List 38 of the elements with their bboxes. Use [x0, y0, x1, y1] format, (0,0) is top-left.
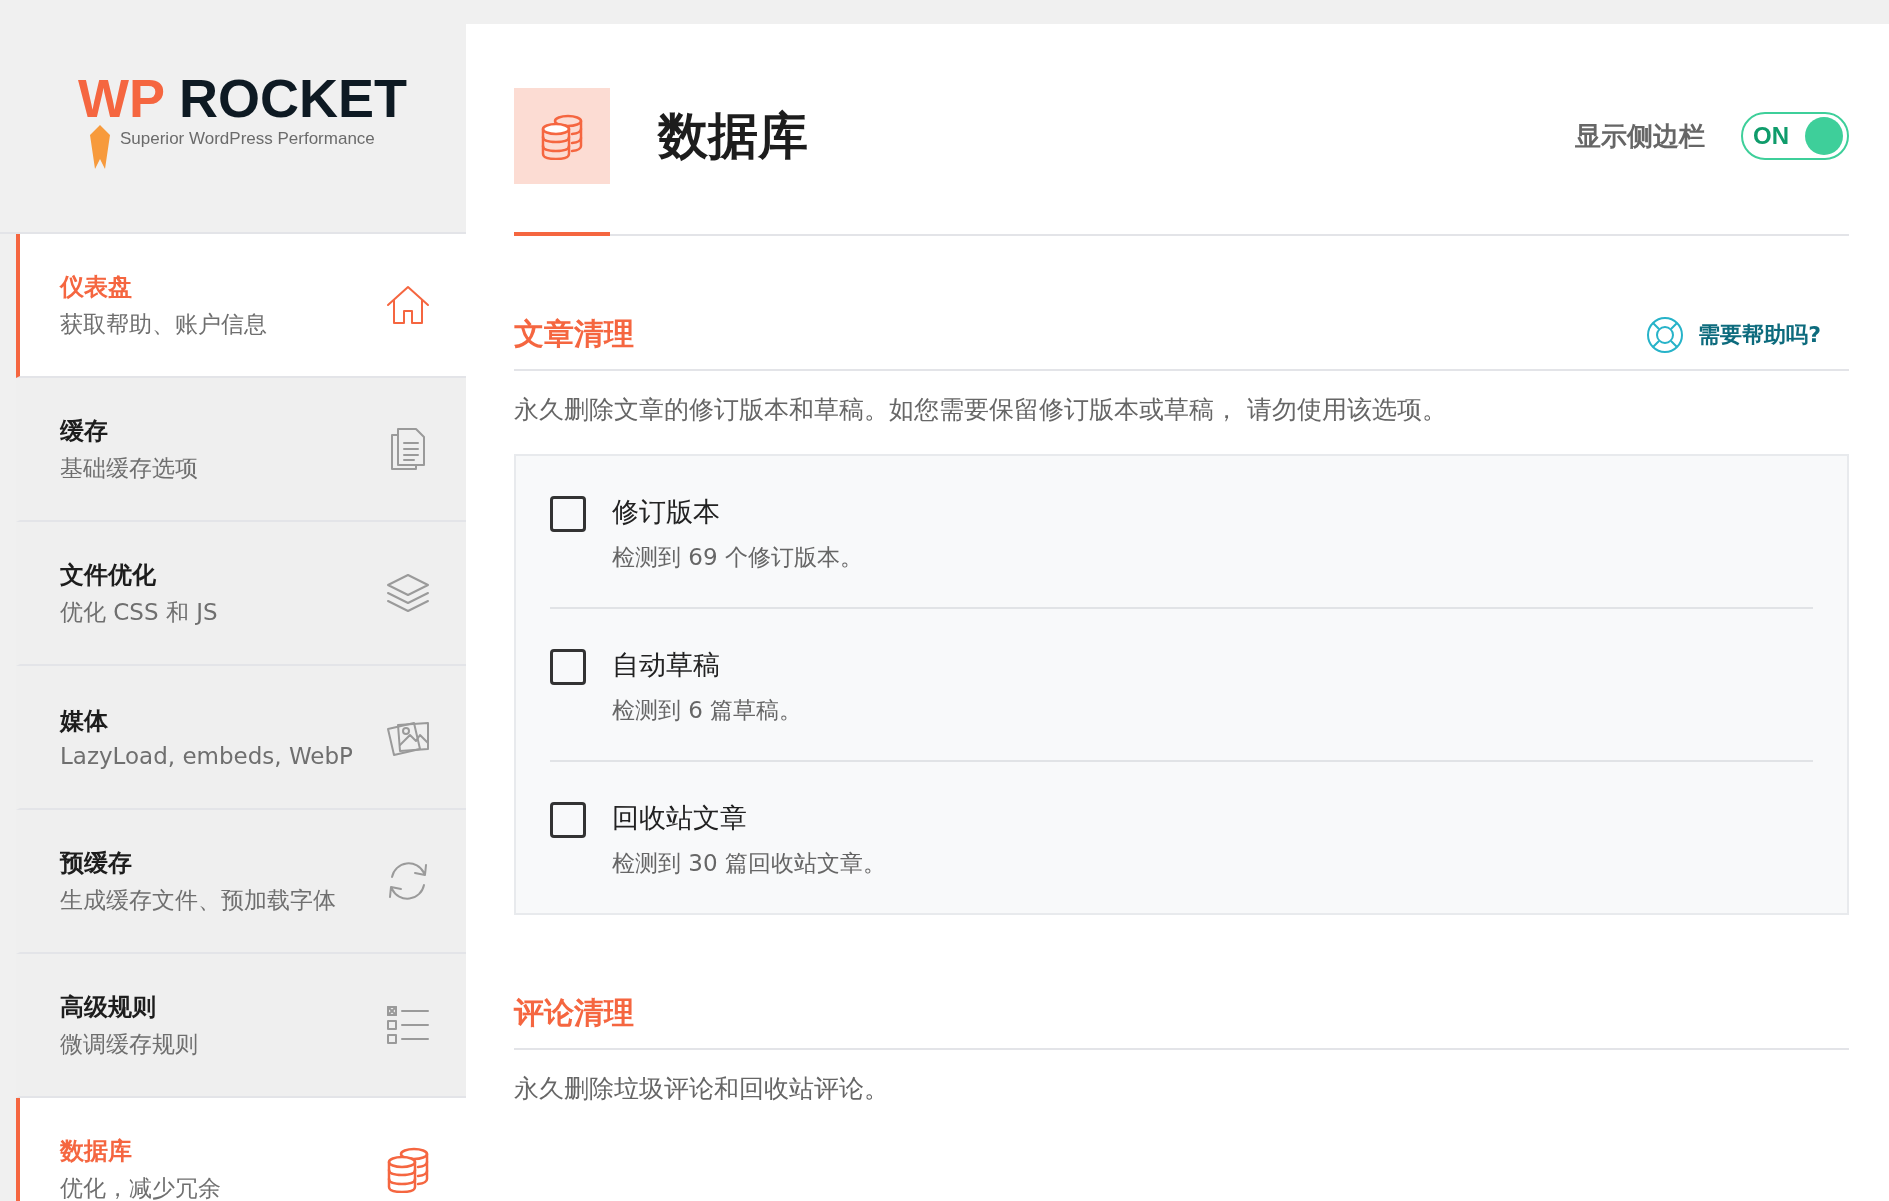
sidebar-item[interactable]: 仪表盘 获取帮助、账户信息	[16, 234, 466, 378]
section-description: 永久删除文章的修订版本和草稿。如您需要保留修订版本或草稿， 请勿使用该选项。	[514, 394, 1448, 426]
checkbox[interactable]	[550, 802, 586, 838]
logo-tagline: Superior WordPress Performance	[120, 129, 375, 149]
sidebar-item-title: 媒体	[60, 706, 109, 737]
section-title: 文章清理	[514, 315, 634, 353]
logo-text: ROCKET	[179, 71, 407, 125]
sidebar-item-title: 缓存	[60, 415, 109, 447]
option-detail: 检测到 69 个修订版本。	[612, 543, 863, 572]
sidebar-toggle[interactable]: ON	[1741, 112, 1849, 160]
lifebuoy-icon	[1646, 315, 1685, 354]
option-label: 回收站文章	[612, 801, 748, 835]
checkbox[interactable]	[550, 496, 586, 532]
option-detail: 检测到 30 篇回收站文章。	[612, 849, 886, 878]
sidebar-item-subtitle: 获取帮助、账户信息	[60, 309, 267, 339]
sidebar-item-subtitle: LazyLoad, embeds, WebP	[60, 743, 353, 769]
page-title: 数据库	[658, 105, 809, 167]
sidebar-item-title: 数据库	[60, 1135, 133, 1167]
option-detail: 检测到 6 篇草稿。	[612, 696, 803, 725]
option-label: 修订版本	[612, 495, 721, 529]
section-description: 永久删除垃圾评论和回收站评论。	[514, 1073, 890, 1105]
sidebar-item-subtitle: 优化，减少冗余	[60, 1173, 221, 1201]
sidebar-item-subtitle: 微调缓存规则	[60, 1029, 198, 1059]
sidebar-item-title: 仪表盘	[60, 271, 133, 303]
sidebar-item-subtitle: 生成缓存文件、预加载字体	[60, 885, 336, 915]
sidebar-item[interactable]: 数据库 优化，减少冗余	[16, 1098, 466, 1201]
sidebar-item-title: 文件优化	[60, 559, 157, 591]
option-label: 自动草稿	[612, 648, 721, 682]
sidebar-item-subtitle: 优化 CSS 和 JS	[60, 597, 218, 627]
section-title: 评论清理	[514, 994, 634, 1032]
toggle-label: 显示侧边栏	[1575, 119, 1705, 153]
sidebar-item-title: 预缓存	[60, 847, 133, 879]
checkbox[interactable]	[550, 649, 586, 685]
help-link[interactable]: 需要帮助吗?	[1646, 315, 1821, 354]
logo-accent-text: WP	[78, 71, 165, 125]
sidebar-item-title: 高级规则	[60, 991, 157, 1023]
flame-icon	[90, 125, 110, 169]
sidebar-item-subtitle: 基础缓存选项	[60, 453, 198, 483]
